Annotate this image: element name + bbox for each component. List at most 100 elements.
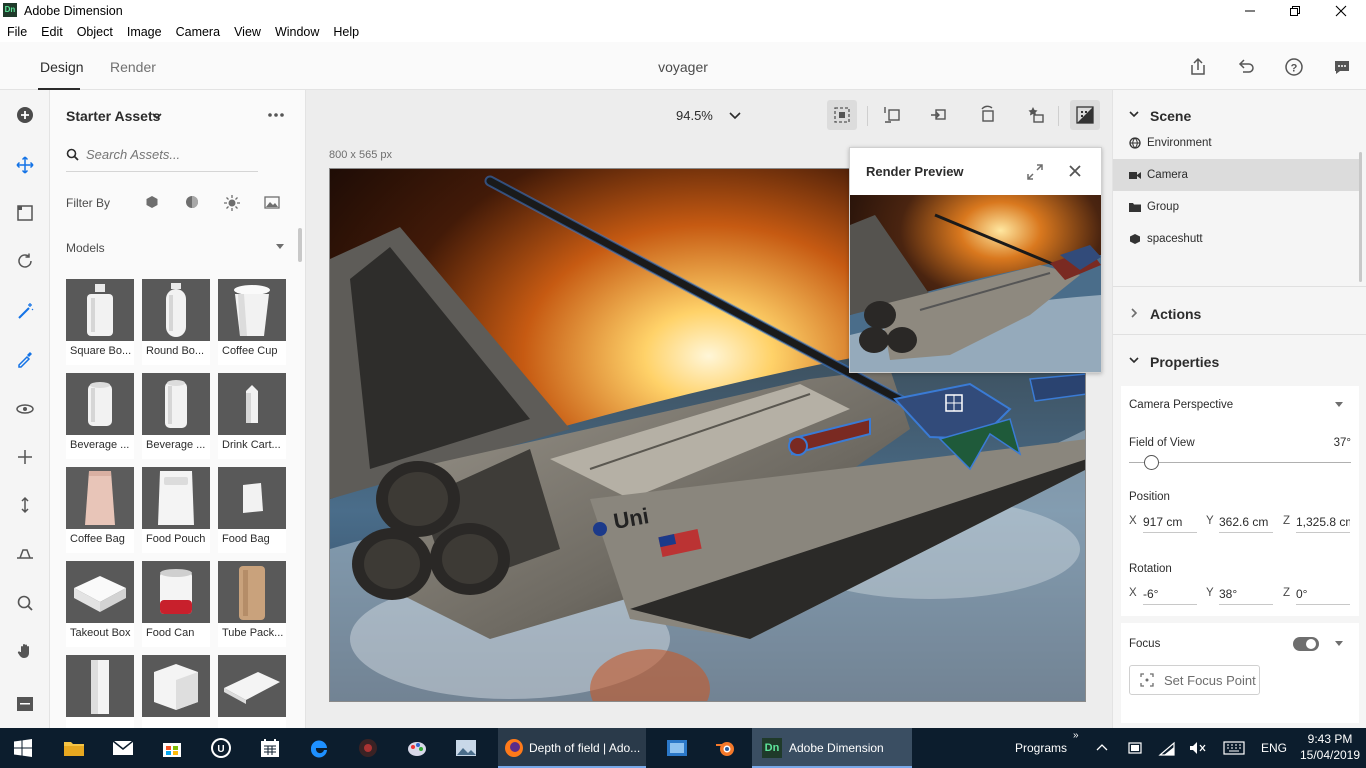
model-filter-icon[interactable] [145, 195, 159, 209]
assets-title[interactable]: Starter Assets [66, 108, 160, 124]
actions-section-title[interactable]: Actions [1150, 306, 1201, 322]
dropdown-icon[interactable] [1335, 402, 1343, 408]
asset-tile[interactable]: Food Can [142, 561, 210, 647]
asset-tile[interactable]: Coffee Cup [218, 279, 286, 365]
image-filter-icon[interactable] [264, 196, 280, 209]
align-button[interactable] [878, 100, 908, 130]
menu-edit[interactable]: Edit [41, 25, 63, 39]
chevron-down-icon[interactable] [152, 112, 162, 120]
restore-button[interactable] [1272, 0, 1318, 22]
hand-icon[interactable] [13, 639, 37, 663]
undo-icon[interactable] [1235, 56, 1257, 78]
frame-select-icon[interactable] [13, 201, 37, 225]
menu-image[interactable]: Image [127, 25, 162, 39]
select-mode-button[interactable] [827, 100, 857, 130]
models-section-label[interactable]: Models [66, 241, 105, 255]
language-indicator[interactable]: ENG [1261, 741, 1287, 755]
start-button[interactable] [8, 734, 38, 762]
unreal-engine-icon[interactable]: U [206, 734, 236, 762]
scene-item-spaceshutt[interactable]: spaceshutt [1113, 223, 1359, 255]
sample-icon[interactable] [13, 347, 37, 371]
orbit-camera-icon[interactable] [13, 397, 37, 421]
scene-section-title[interactable]: Scene [1150, 108, 1191, 124]
asset-tile[interactable]: Beverage ... [66, 373, 134, 459]
position-z-field[interactable]: 1,325.8 cm [1296, 511, 1350, 533]
assets-scrollbar[interactable] [298, 228, 302, 262]
blender-icon[interactable] [711, 734, 741, 762]
rotation-y-field[interactable]: 38° [1219, 583, 1273, 605]
menu-file[interactable]: File [7, 25, 27, 39]
zoom-icon[interactable] [13, 591, 37, 615]
chevron-right-icon[interactable] [1131, 308, 1139, 318]
panel-toggle-icon[interactable] [13, 692, 37, 716]
scene-item-environment[interactable]: Environment [1113, 127, 1359, 159]
app-icon[interactable] [353, 734, 383, 762]
zoom-chevron-icon[interactable] [729, 112, 741, 120]
dolly-camera-icon[interactable] [13, 493, 37, 517]
position-y-field[interactable]: 362.6 cm [1219, 511, 1273, 533]
app-icon[interactable] [662, 734, 692, 762]
tab-render[interactable]: Render [110, 59, 156, 75]
asset-tile[interactable] [66, 655, 134, 728]
horizon-icon[interactable] [13, 541, 37, 565]
magic-wand-icon[interactable] [13, 299, 37, 323]
rotation-z-field[interactable]: 0° [1296, 583, 1350, 605]
properties-section-title[interactable]: Properties [1150, 354, 1219, 370]
chevron-down-icon[interactable] [1129, 111, 1139, 119]
rotate-object-button[interactable] [973, 100, 1003, 130]
wifi-icon[interactable] [1158, 740, 1176, 756]
photos-icon[interactable] [451, 734, 481, 762]
scene-item-group[interactable]: Group [1113, 191, 1359, 223]
add-icon[interactable] [13, 103, 37, 127]
asset-tile[interactable]: Tube Pack... [218, 561, 286, 647]
dropdown-icon[interactable] [1335, 641, 1343, 647]
more-icon[interactable] [267, 112, 285, 118]
light-filter-icon[interactable] [224, 195, 240, 211]
chat-icon[interactable] [1331, 56, 1353, 78]
render-preview-toggle[interactable] [1070, 100, 1100, 130]
favorite-view-button[interactable] [1021, 100, 1051, 130]
chevron-down-icon[interactable] [1129, 357, 1139, 365]
search-input[interactable] [86, 147, 256, 162]
rotation-x-field[interactable]: -6° [1143, 583, 1197, 605]
asset-tile[interactable] [218, 655, 286, 728]
clock-date[interactable]: 15/04/2019 [1296, 748, 1364, 762]
asset-tile[interactable]: Round Bo... [142, 279, 210, 365]
asset-tile[interactable]: Beverage ... [142, 373, 210, 459]
paint-icon[interactable] [402, 734, 432, 762]
position-x-field[interactable]: 917 cm [1143, 511, 1197, 533]
menu-view[interactable]: View [234, 25, 261, 39]
store-icon[interactable] [157, 734, 187, 762]
menu-object[interactable]: Object [77, 25, 113, 39]
select-icon[interactable] [13, 153, 37, 177]
taskbar-dimension[interactable]: Dn Adobe Dimension [752, 728, 912, 768]
battery-icon[interactable] [1126, 741, 1144, 755]
asset-tile[interactable]: Food Bag [218, 467, 286, 553]
asset-tile[interactable]: Takeout Box [66, 561, 134, 647]
asset-tile[interactable]: Coffee Bag [66, 467, 134, 553]
mail-icon[interactable] [108, 734, 138, 762]
scene-item-camera[interactable]: Camera [1113, 159, 1359, 191]
fov-slider-track[interactable] [1129, 462, 1351, 463]
minimize-button[interactable] [1227, 0, 1273, 22]
keyboard-icon[interactable] [1223, 741, 1245, 755]
menu-help[interactable]: Help [333, 25, 359, 39]
asset-tile[interactable]: Food Pouch [142, 467, 210, 553]
close-icon[interactable] [1068, 164, 1082, 178]
programs-toolbar[interactable]: Programs [1015, 741, 1067, 755]
programs-expand-icon[interactable]: » [1073, 730, 1079, 741]
set-focus-point-button[interactable]: Set Focus Point [1129, 665, 1260, 695]
fov-slider-thumb[interactable] [1143, 455, 1159, 470]
clock-time[interactable]: 9:43 PM [1300, 732, 1360, 746]
edge-icon[interactable] [304, 734, 334, 762]
orbit-icon[interactable] [13, 249, 37, 273]
focus-toggle[interactable] [1293, 637, 1319, 651]
file-explorer-icon[interactable] [59, 734, 89, 762]
asset-tile[interactable]: Square Bo... [66, 279, 134, 365]
camera-mode-select[interactable]: Camera Perspective [1129, 399, 1233, 411]
section-dropdown-icon[interactable] [276, 244, 284, 250]
share-icon[interactable] [1187, 56, 1209, 78]
pan-camera-icon[interactable] [13, 445, 37, 469]
asset-tile[interactable] [142, 655, 210, 728]
volume-muted-icon[interactable] [1189, 741, 1207, 755]
